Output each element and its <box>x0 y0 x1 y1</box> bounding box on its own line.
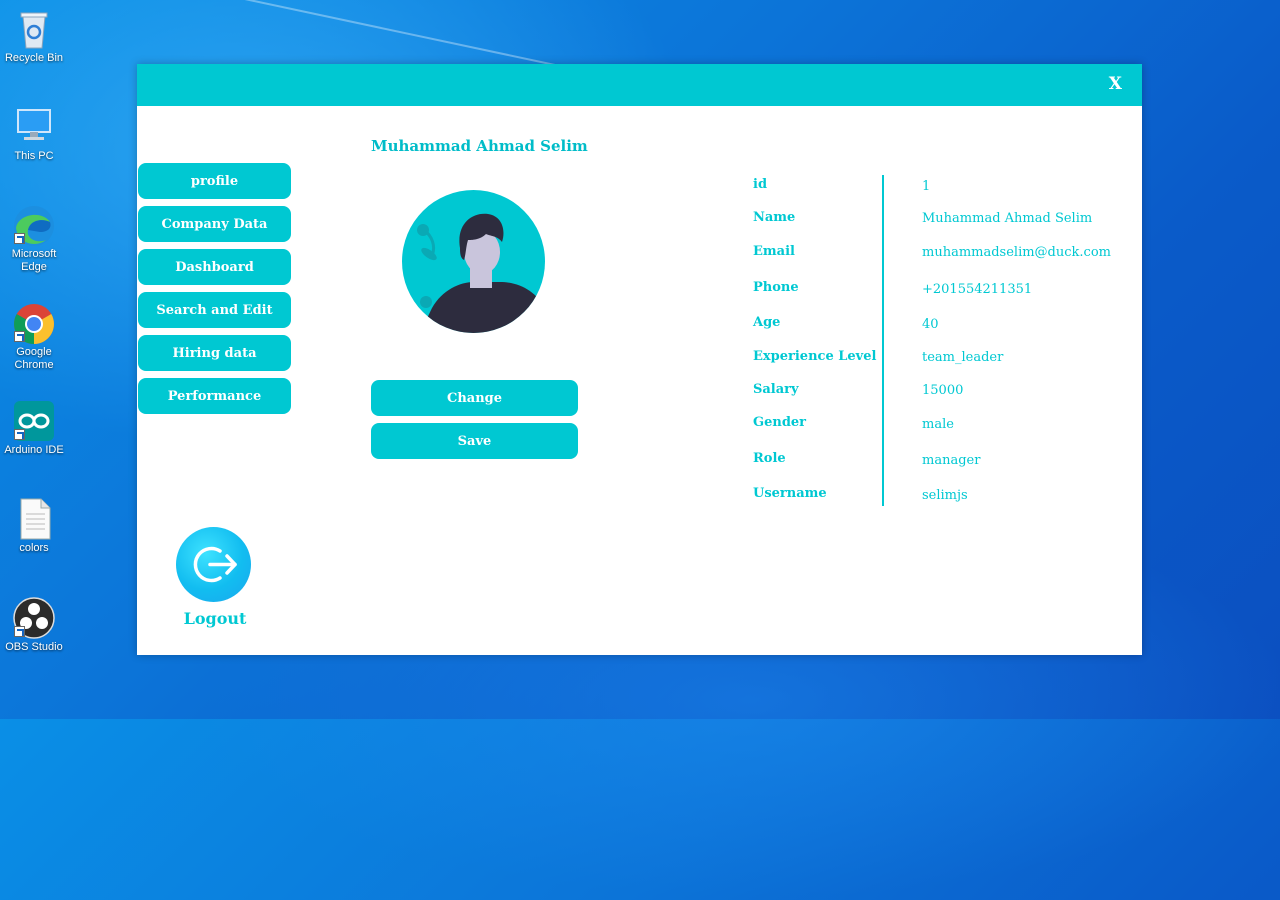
this-pc-icon <box>14 106 54 146</box>
field-label-experience-level: Experience Level <box>753 349 877 364</box>
shortcut-arrow-icon <box>14 429 25 440</box>
chrome-icon <box>14 302 54 344</box>
field-label-phone: Phone <box>753 280 799 295</box>
recycle-bin-icon <box>14 8 54 49</box>
desktop-icon-this-pc[interactable]: This PC <box>2 106 66 163</box>
field-label-email: Email <box>753 244 795 259</box>
logout-label[interactable]: Logout <box>175 609 255 628</box>
field-value-age: 40 <box>922 317 939 332</box>
field-value-phone: +201554211351 <box>922 282 1033 297</box>
desktop-icon-label: colors <box>19 542 49 554</box>
text-file-icon <box>14 498 54 540</box>
shortcut-arrow-icon <box>14 331 25 342</box>
change-photo-button[interactable]: Change <box>371 380 578 416</box>
obs-icon <box>13 597 55 639</box>
nav-hiring-data-button[interactable]: Hiring data <box>138 335 291 371</box>
nav-profile-button[interactable]: profile <box>138 163 291 199</box>
field-value-gender: male <box>922 417 954 432</box>
desktop-icon-label: Google Chrome <box>14 346 54 371</box>
edge-icon <box>14 204 54 246</box>
shortcut-arrow-icon <box>14 626 25 637</box>
person-avatar-icon <box>417 213 545 333</box>
field-value-email: muhammadselim@duck.com <box>922 245 1111 260</box>
field-label-name: Name <box>753 210 796 225</box>
save-button[interactable]: Save <box>371 423 578 459</box>
nav-company-data-button[interactable]: Company Data <box>138 206 291 242</box>
desktop-icon-label: This PC <box>14 150 54 162</box>
field-label-age: Age <box>753 315 781 330</box>
desktop-icon-obs[interactable]: OBS Studio <box>2 597 66 654</box>
field-value-experience-level: team_leader <box>922 350 1004 365</box>
nav-dashboard-button[interactable]: Dashboard <box>138 249 291 285</box>
desktop-icon-label: Microsoft Edge <box>11 248 57 273</box>
desktop-icon-label: OBS Studio <box>5 641 63 653</box>
field-value-role: manager <box>922 453 981 468</box>
field-label-role: Role <box>753 451 786 466</box>
window-titlebar[interactable]: X <box>137 64 1142 106</box>
nav-search-and-edit-button[interactable]: Search and Edit <box>138 292 291 328</box>
avatar <box>402 190 545 333</box>
close-button[interactable]: X <box>1109 74 1122 94</box>
field-label-gender: Gender <box>753 415 807 430</box>
desktop-icon-recycle-bin[interactable]: Recycle Bin <box>2 8 66 65</box>
field-value-salary: 15000 <box>922 383 964 398</box>
nav-performance-button[interactable]: Performance <box>138 378 291 414</box>
field-label-username: Username <box>753 486 827 501</box>
logout-icon <box>193 546 237 583</box>
desktop-icon-label: Arduino IDE <box>4 444 64 456</box>
arduino-icon <box>14 400 54 441</box>
desktop-icon-label: Recycle Bin <box>4 52 64 64</box>
field-value-username: selimjs <box>922 488 968 503</box>
field-value-name: Muhammad Ahmad Selim <box>922 211 1093 226</box>
desktop-icon-edge[interactable]: Microsoft Edge <box>2 204 66 274</box>
desktop-icon-chrome[interactable]: Google Chrome <box>2 302 66 372</box>
desktop-icon-colors[interactable]: colors <box>2 498 66 555</box>
shortcut-arrow-icon <box>14 233 25 244</box>
details-divider <box>882 175 884 506</box>
logout-button[interactable] <box>176 527 251 602</box>
desktop-icon-arduino[interactable]: Arduino IDE <box>2 400 66 457</box>
field-label-salary: Salary <box>753 382 799 397</box>
user-name-heading: Muhammad Ahmad Selim <box>371 137 588 155</box>
field-value-id: 1 <box>922 179 931 194</box>
profile-window: X profile Company Data Dashboard Search … <box>137 64 1142 655</box>
field-label-id: id <box>753 177 768 192</box>
